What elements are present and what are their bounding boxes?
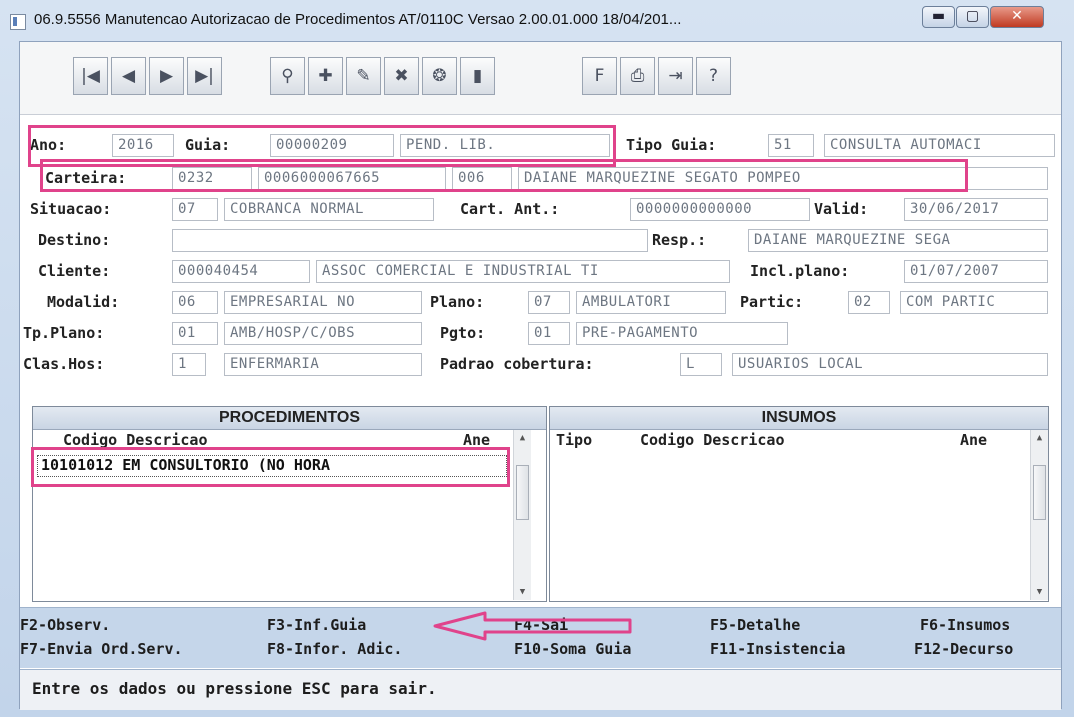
pgto-desc-field: PRE-PAGAMENTO <box>576 322 788 345</box>
partic-label: Partic: <box>740 293 804 311</box>
previous-record-icon[interactable]: ◀ <box>111 57 146 95</box>
cliente-code-field[interactable]: 000040454 <box>172 260 310 283</box>
proc-scrollbar[interactable]: ▲ ▼ <box>513 430 531 600</box>
function-key-bar: F2-Observ. F3-Inf.Guia F4-Sai F5-Detalhe… <box>20 607 1061 668</box>
f3-inf-guia[interactable]: F3-Inf.Guia <box>267 614 366 636</box>
import-icon[interactable]: ⇥ <box>658 57 693 95</box>
modalid-label: Modalid: <box>47 293 120 311</box>
destino-label: Destino: <box>38 231 111 249</box>
close-button[interactable]: ✕ <box>990 6 1044 28</box>
application-window: 06.9.5556 Manutencao Autorizacao de Proc… <box>0 0 1074 717</box>
scroll-down-icon[interactable]: ▼ <box>514 584 531 600</box>
procedimentos-grid: PROCEDIMENTOS Codigo Descricao Ane 10101… <box>31 406 547 602</box>
print-icon[interactable]: ⎙ <box>620 57 655 95</box>
f8-infor-adic[interactable]: F8-Infor. Adic. <box>267 638 402 660</box>
f7-envia-ord-serv[interactable]: F7-Envia Ord.Serv. <box>20 638 183 660</box>
ins-col-codigo-descricao: Codigo Descricao <box>640 431 785 449</box>
modalid-code-field[interactable]: 06 <box>172 291 218 314</box>
edit-record-icon[interactable]: ✎ <box>346 57 381 95</box>
plano-desc-field: AMBULATORI <box>576 291 726 314</box>
navigate-icon[interactable]: ❂ <box>422 57 457 95</box>
insumos-grid: INSUMOS Tipo Codigo Descricao Ane ▲ ▼ <box>549 406 1049 602</box>
app-icon <box>10 14 26 30</box>
padrao-cobertura-desc-field: USUARIOS LOCAL <box>732 353 1048 376</box>
valid-field[interactable]: 30/06/2017 <box>904 198 1048 221</box>
title-bar[interactable]: 06.9.5556 Manutencao Autorizacao de Proc… <box>0 0 1074 40</box>
first-record-icon[interactable]: |◀ <box>73 57 108 95</box>
navigation-toolbar: |◀ ◀ ▶ ▶| ⚲ ✚ ✎ ✖ ❂ ▮ F ⎙ ⇥ ? <box>20 42 1061 115</box>
window-title: 06.9.5556 Manutencao Autorizacao de Proc… <box>34 11 682 28</box>
situacao-desc-field: COBRANCA NORMAL <box>224 198 434 221</box>
scroll-thumb[interactable] <box>516 465 529 520</box>
last-record-icon[interactable]: ▶| <box>187 57 222 95</box>
incl-plano-label: Incl.plano: <box>750 262 850 280</box>
carteira-highlight <box>40 159 968 192</box>
f11-insistencia[interactable]: F11-Insistencia <box>710 638 845 660</box>
filter-icon[interactable]: F <box>582 57 617 95</box>
scroll-down-icon[interactable]: ▼ <box>1031 584 1048 600</box>
tp-plano-code-field[interactable]: 01 <box>172 322 218 345</box>
pointer-arrow-icon <box>433 611 632 641</box>
ins-col-ane: Ane <box>960 431 988 449</box>
delete-record-icon[interactable]: ✖ <box>384 57 419 95</box>
help-icon[interactable]: ? <box>696 57 731 95</box>
guide-form-panel: Ano: 2016 Guia: 00000209 PEND. LIB. Tipo… <box>20 115 1061 401</box>
partic-code-field[interactable]: 02 <box>848 291 890 314</box>
tp-plano-label: Tp.Plano: <box>23 324 105 342</box>
next-record-icon[interactable]: ▶ <box>149 57 184 95</box>
incl-plano-field[interactable]: 01/07/2007 <box>904 260 1048 283</box>
situacao-code-field[interactable]: 07 <box>172 198 218 221</box>
tipo-guia-label: Tipo Guia: <box>626 136 717 154</box>
cliente-desc-field: ASSOC COMERCIAL E INDUSTRIAL TI <box>316 260 730 283</box>
f12-decurso[interactable]: F12-Decurso <box>914 638 1013 660</box>
partic-desc-field: COM PARTIC <box>900 291 1048 314</box>
resp-field: DAIANE MARQUEZINE SEGA <box>748 229 1048 252</box>
tipo-guia-code-field[interactable]: 51 <box>768 134 814 157</box>
scroll-up-icon[interactable]: ▲ <box>1031 430 1048 446</box>
form-client-area: |◀ ◀ ▶ ▶| ⚲ ✚ ✎ ✖ ❂ ▮ F ⎙ ⇥ ? Ano: 2016 … <box>19 41 1062 710</box>
clas-hos-label: Clas.Hos: <box>23 355 105 373</box>
scroll-up-icon[interactable]: ▲ <box>514 430 531 446</box>
procedimentos-header: PROCEDIMENTOS <box>33 407 546 430</box>
maximize-button[interactable]: ▢ <box>956 6 989 28</box>
scroll-thumb[interactable] <box>1033 465 1046 520</box>
pgto-code-field[interactable]: 01 <box>528 322 570 345</box>
f5-detalhe[interactable]: F5-Detalhe <box>710 614 800 636</box>
plano-label: Plano: <box>430 293 485 311</box>
tipo-guia-desc-field: CONSULTA AUTOMACI <box>824 134 1055 157</box>
padrao-cobertura-label: Padrao cobertura: <box>440 355 594 373</box>
status-message: Entre os dados ou pressione ESC para sai… <box>32 679 437 698</box>
cliente-label: Cliente: <box>38 262 111 280</box>
exit-door-icon[interactable]: ▮ <box>460 57 495 95</box>
resp-label: Resp.: <box>652 231 707 249</box>
f2-observ[interactable]: F2-Observ. <box>20 614 110 636</box>
f6-insumos[interactable]: F6-Insumos <box>920 614 1010 636</box>
search-icon[interactable]: ⚲ <box>270 57 305 95</box>
clas-hos-desc-field: ENFERMARIA <box>224 353 422 376</box>
cart-ant-field[interactable]: 0000000000000 <box>630 198 810 221</box>
cart-ant-label: Cart. Ant.: <box>460 200 560 218</box>
status-bar: Entre os dados ou pressione ESC para sai… <box>20 669 1061 710</box>
modalid-desc-field: EMPRESARIAL NO <box>224 291 422 314</box>
clas-hos-code-field[interactable]: 1 <box>172 353 206 376</box>
add-record-icon[interactable]: ✚ <box>308 57 343 95</box>
destino-field[interactable] <box>172 229 648 252</box>
situacao-label: Situacao: <box>30 200 112 218</box>
plano-code-field[interactable]: 07 <box>528 291 570 314</box>
tp-plano-desc-field: AMB/HOSP/C/OBS <box>224 322 422 345</box>
ins-col-tipo: Tipo <box>556 431 593 449</box>
insumos-scrollbar[interactable]: ▲ ▼ <box>1030 430 1048 600</box>
valid-label: Valid: <box>814 200 869 218</box>
pgto-label: Pgto: <box>440 324 486 342</box>
insumos-header: INSUMOS <box>550 407 1048 430</box>
padrao-cobertura-code-field[interactable]: L <box>680 353 722 376</box>
procedure-row-highlight <box>31 447 510 487</box>
minimize-button[interactable]: ▬ <box>922 6 955 28</box>
